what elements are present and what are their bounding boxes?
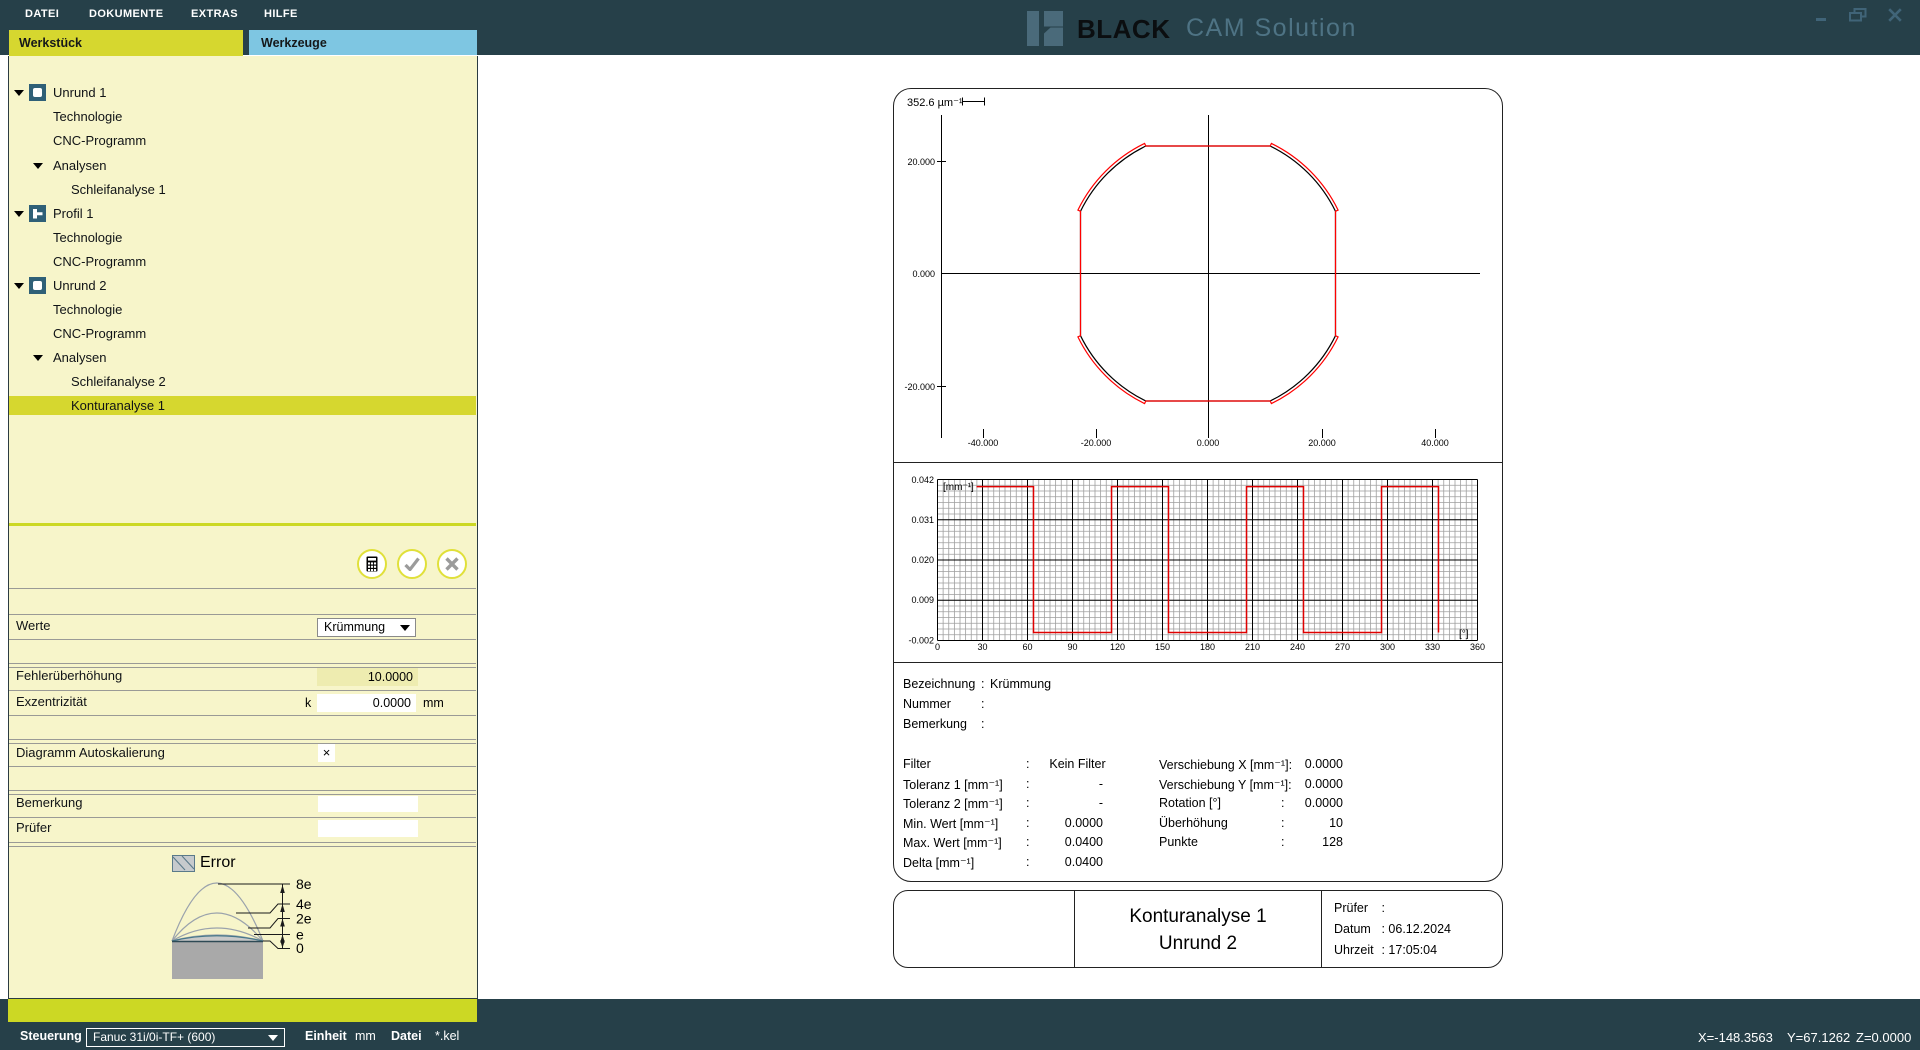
svg-text:90: 90	[1067, 642, 1077, 652]
svg-text:0: 0	[296, 940, 304, 956]
svg-text:2e: 2e	[296, 911, 312, 927]
svg-text:60: 60	[1022, 642, 1032, 652]
svg-text:0.000: 0.000	[1197, 438, 1220, 448]
svg-text:[°]: [°]	[1459, 629, 1469, 640]
svg-text:0.031: 0.031	[911, 515, 934, 525]
svg-text:30: 30	[977, 642, 987, 652]
svg-text:352.6 µm⁻¹: 352.6 µm⁻¹	[907, 97, 963, 109]
svg-text:210: 210	[1245, 642, 1260, 652]
svg-text:150: 150	[1155, 642, 1170, 652]
svg-text:240: 240	[1290, 642, 1305, 652]
svg-text:[mm⁻¹]: [mm⁻¹]	[943, 482, 974, 493]
svg-text:180: 180	[1200, 642, 1215, 652]
svg-text:270: 270	[1335, 642, 1350, 652]
svg-text:360: 360	[1470, 642, 1485, 652]
svg-text:0.042: 0.042	[911, 475, 934, 485]
svg-text:0.000: 0.000	[912, 269, 935, 279]
svg-text:-0.002: -0.002	[908, 636, 934, 646]
svg-text:300: 300	[1380, 642, 1395, 652]
svg-text:8e: 8e	[296, 876, 312, 892]
svg-text:-40.000: -40.000	[968, 438, 999, 448]
svg-text:330: 330	[1425, 642, 1440, 652]
svg-text:0.020: 0.020	[911, 555, 934, 565]
svg-text:120: 120	[1110, 642, 1125, 652]
svg-text:20.000: 20.000	[1308, 438, 1336, 448]
svg-text:0: 0	[935, 642, 940, 652]
svg-text:40.000: 40.000	[1421, 438, 1449, 448]
svg-text:-20.000: -20.000	[904, 382, 935, 392]
svg-text:0.009: 0.009	[911, 595, 934, 605]
svg-text:20.000: 20.000	[907, 157, 935, 167]
svg-text:-20.000: -20.000	[1081, 438, 1112, 448]
